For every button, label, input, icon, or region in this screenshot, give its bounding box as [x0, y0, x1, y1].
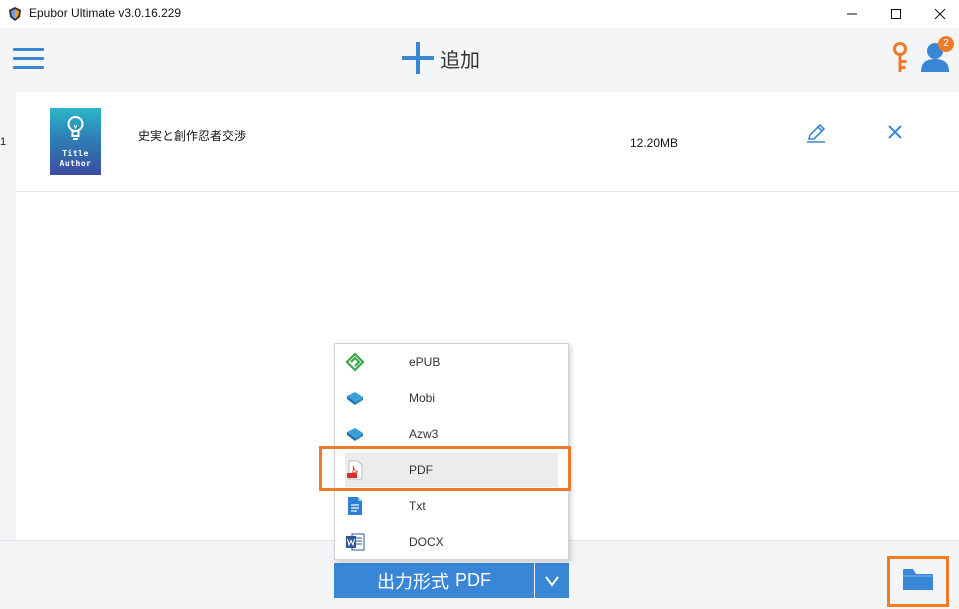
book-title: 史実と創作忍者交渉 — [138, 129, 247, 143]
menu-item-label: DOCX — [409, 535, 444, 549]
output-format-button[interactable]: 出力形式 PDF — [334, 563, 534, 598]
remove-book-icon[interactable] — [886, 123, 904, 141]
output-format-dropdown-button[interactable] — [535, 563, 569, 598]
menu-item-label: ePUB — [409, 355, 441, 369]
add-label: 追加 — [440, 47, 480, 72]
hamburger-line — [13, 57, 44, 60]
cover-author: Author — [59, 159, 92, 168]
output-label: 出力形式 — [377, 571, 449, 593]
epub-icon — [345, 352, 365, 372]
notification-badge[interactable]: 2 — [938, 36, 954, 52]
menu-item-mobi[interactable]: Mobi — [335, 380, 568, 416]
mobi-book-icon — [347, 392, 363, 405]
pdf-highlight-box — [319, 446, 571, 491]
open-folder-icon[interactable] — [902, 566, 934, 592]
app-logo-icon — [9, 7, 21, 21]
hamburger-menu-icon — [13, 48, 44, 51]
menu-item-docx[interactable]: DOCX — [335, 524, 568, 560]
hamburger-menu-button[interactable] — [13, 46, 45, 70]
window-title: Epubor Ultimate v3.0.16.229 — [29, 6, 182, 20]
word-docx-icon — [346, 533, 365, 551]
edit-pencil-icon[interactable] — [805, 122, 827, 144]
key-icon[interactable] — [889, 42, 911, 74]
maximize-button[interactable] — [873, 0, 919, 28]
add-book-button[interactable]: 追加 — [400, 40, 480, 76]
output-format-value: PDF — [455, 570, 491, 590]
title-bar: Epubor Ultimate v3.0.16.229 — [0, 0, 959, 28]
maximize-icon — [891, 9, 901, 19]
close-window-button[interactable] — [917, 0, 959, 28]
main-toolbar: 追加 — [0, 28, 959, 91]
app-window: Epubor Ultimate v3.0.16.229 追加 2 1 Title… — [0, 0, 959, 609]
azw3-book-icon — [347, 428, 363, 441]
hamburger-line — [13, 66, 44, 69]
cover-title: Title — [62, 149, 89, 158]
txt-file-icon — [348, 497, 362, 515]
book-size: 12.20MB — [630, 136, 679, 150]
menu-item-epub[interactable]: ePUB — [335, 344, 568, 380]
minimize-icon — [847, 13, 857, 15]
menu-item-label: Azw3 — [409, 427, 439, 441]
menu-item-txt[interactable]: Txt — [335, 488, 568, 524]
book-cover: Title Author — [50, 108, 101, 175]
lightbulb-icon — [67, 116, 84, 140]
plus-icon — [402, 42, 434, 74]
menu-item-label: Mobi — [409, 391, 436, 405]
row-index: 1 — [0, 136, 7, 148]
chevron-down-icon — [545, 575, 559, 587]
minimize-button[interactable] — [829, 0, 875, 28]
close-icon — [934, 8, 946, 20]
menu-item-label: Txt — [409, 499, 426, 513]
